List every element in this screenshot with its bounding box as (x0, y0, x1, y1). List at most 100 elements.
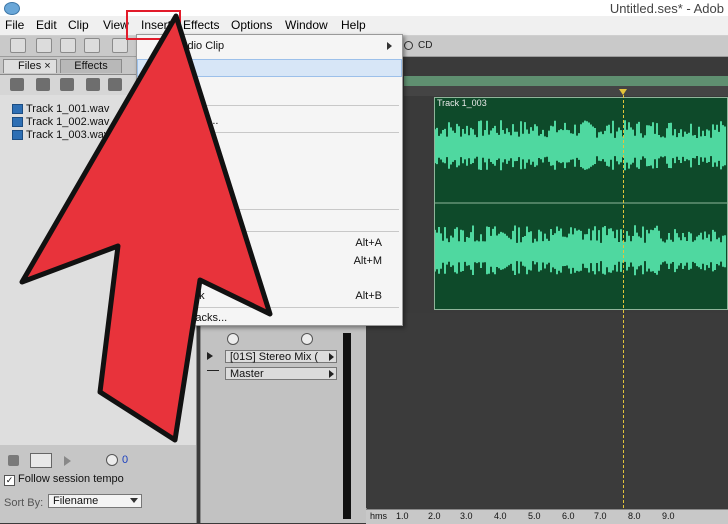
playhead-line (623, 90, 624, 508)
volume-knob[interactable] (106, 454, 118, 466)
output-select[interactable]: [01S] Stereo Mix ( (225, 350, 337, 363)
volume-knob[interactable] (227, 333, 239, 345)
time-select-tool-button[interactable] (84, 38, 100, 53)
sort-by-select[interactable]: Filename (48, 494, 142, 508)
menu-separator (161, 209, 399, 210)
tab-files-label: Files (18, 60, 42, 72)
ruler-tick: 7.0 (594, 511, 607, 521)
ruler-tick: 3.0 (460, 511, 473, 521)
marquee-tool-button[interactable] (36, 38, 52, 53)
hybrid-tool-button[interactable] (10, 38, 26, 53)
tab-effects[interactable]: Effects (60, 59, 122, 73)
menu-item-recent-file[interactable]: 1.wav (137, 153, 402, 171)
menu-item-list[interactable]: st... (137, 189, 402, 207)
clip-name: Track 1_003 (437, 98, 487, 108)
menu-item-midi-track[interactable]: Alt+M (137, 252, 402, 270)
menu-item-video-track[interactable]: deo (137, 270, 402, 288)
menu-item-recent-file[interactable]: 1.wav (137, 171, 402, 189)
menu-separator (161, 307, 399, 308)
ruler-tick: 2.0 (428, 511, 441, 521)
sort-by-value: Filename (53, 495, 99, 507)
edit-file-icon[interactable] (108, 78, 122, 91)
insert-into-cd-icon[interactable] (86, 78, 100, 91)
preview-controls: 0 (0, 452, 196, 470)
ruler-tick: 6.0 (562, 511, 575, 521)
tab-files[interactable]: Files × (3, 59, 57, 73)
waveform-channel-right (434, 225, 726, 276)
level-meter (343, 333, 351, 519)
output-value: [01S] Stereo Mix ( (230, 351, 319, 363)
autoplay-button[interactable] (30, 453, 52, 468)
menu-item-label: 1.wav (163, 156, 192, 168)
menu-item-audio[interactable]: ... (137, 59, 402, 77)
cd-icon (404, 41, 413, 50)
empty-track-area[interactable] (366, 313, 728, 508)
menu-item-audio-from-video[interactable]: om Video... (137, 112, 402, 130)
menu-edit[interactable]: Edit (36, 18, 57, 32)
chevron-right-icon (329, 353, 334, 361)
track-header-strip (404, 86, 728, 96)
bus-select[interactable]: Master (225, 367, 337, 380)
menu-item-bwf-timestamp[interactable]: VF Timestamp (137, 211, 402, 229)
menu-help[interactable]: Help (341, 18, 366, 32)
insert-into-multitrack-icon[interactable] (60, 78, 74, 91)
menu-item-bus-track[interactable]: us Track Alt+B (137, 287, 402, 305)
menu-separator (161, 105, 399, 106)
menu-item-label: deo (163, 273, 182, 285)
menu-item-shortcut: Alt+B (355, 290, 382, 302)
menu-bar: File Edit Clip View Insert Effects Optio… (0, 16, 728, 36)
menu-item-label: ty Audio Clip (163, 40, 225, 52)
menu-item-shortcut: Alt+M (353, 255, 382, 267)
time-ruler[interactable]: hms 1.0 2.0 3.0 4.0 5.0 6.0 7.0 8.0 9.0 (366, 509, 728, 524)
menu-window[interactable]: Window (285, 18, 328, 32)
menu-options[interactable]: Options (231, 18, 272, 32)
move-tool-button[interactable] (112, 38, 128, 53)
menu-item-audio-track[interactable]: Alt+A (137, 234, 402, 252)
pan-knob[interactable] (301, 333, 313, 345)
ruler-tick: 1.0 (396, 511, 409, 521)
insert-menu-highlight (126, 10, 181, 40)
audio-clip[interactable] (434, 97, 728, 310)
menu-item-label: ... (164, 63, 174, 75)
sort-by-label: Sort By: (4, 497, 44, 509)
audio-file-icon (12, 117, 23, 127)
waveform-channel-left (434, 120, 726, 171)
volume-value: 0 (122, 454, 129, 466)
timeline-overview[interactable] (404, 76, 728, 86)
insert-menu-dropdown: ty Audio Clip ... om Video... 3.wav 1.wa… (136, 34, 403, 326)
list-item[interactable]: Track 1_003.wav (12, 129, 110, 142)
ruler-unit: hms (370, 511, 388, 521)
playhead-marker-icon[interactable] (619, 89, 627, 95)
tab-effects-label: Effects (74, 60, 108, 72)
list-item[interactable]: Track 1_001.wav (12, 103, 109, 116)
ruler-tick: 9.0 (662, 511, 675, 521)
loop-icon[interactable] (8, 455, 19, 466)
close-file-icon[interactable] (36, 78, 50, 91)
menu-item-label: VF Timestamp (163, 214, 234, 226)
menu-separator (161, 231, 399, 232)
menu-view[interactable]: View (103, 18, 129, 32)
cd-view-label[interactable]: CD (418, 40, 432, 51)
ruler-tick: 4.0 (494, 511, 507, 521)
menu-file[interactable]: File (5, 18, 24, 32)
import-file-icon[interactable] (10, 78, 24, 91)
play-icon[interactable] (64, 456, 71, 466)
chevron-down-icon (130, 498, 138, 503)
lasso-tool-button[interactable] (60, 38, 76, 53)
follow-tempo-label: Follow session tempo (18, 473, 124, 485)
file-name: Track 1_002.wav (26, 116, 110, 128)
menu-item-add-tracks[interactable]: Add Tracks... (137, 309, 402, 327)
window-title: Untitled.ses* - Adob (609, 1, 724, 16)
menu-clip[interactable]: Clip (68, 18, 89, 32)
file-name: Track 1_003.wav (26, 129, 110, 141)
chevron-right-icon (387, 42, 392, 50)
ruler-tick: 8.0 (628, 511, 641, 521)
bus-value: Master (230, 368, 264, 380)
menu-item-recent-file[interactable]: 3.wav (137, 135, 402, 153)
list-item[interactable]: Track 1_002.wav (12, 116, 110, 129)
menu-item-label: st... (163, 192, 181, 204)
menu-item-label: Add Tracks... (163, 312, 228, 324)
follow-tempo-checkbox[interactable]: ✓ Follow session tempo (4, 473, 124, 486)
chevron-right-icon (329, 370, 334, 378)
menu-effects[interactable]: Effects (183, 18, 219, 32)
